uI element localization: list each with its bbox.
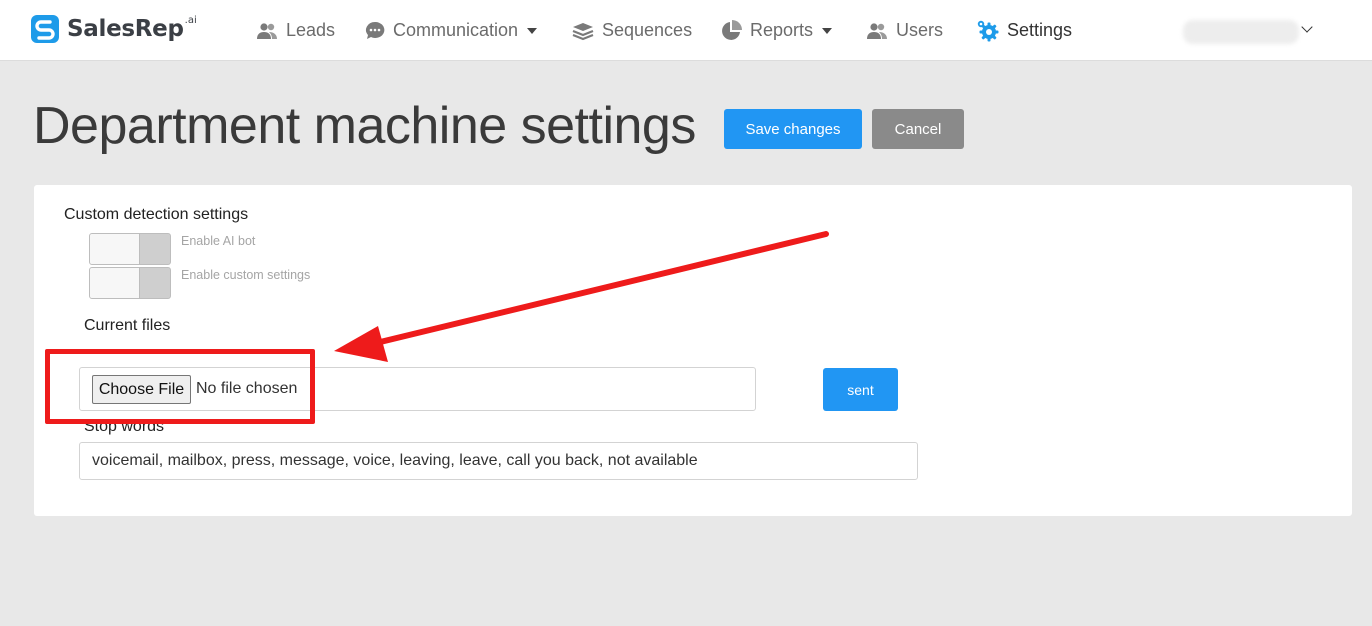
gears-icon	[976, 19, 999, 42]
page-title: Department machine settings	[33, 97, 696, 155]
cancel-button[interactable]: Cancel	[872, 109, 964, 149]
logo-text: SalesRep	[67, 16, 184, 42]
salesrep-logo-icon	[30, 14, 60, 44]
nav-item-sequences[interactable]: Sequences	[572, 0, 692, 61]
nav-label-leads: Leads	[286, 20, 336, 40]
chat-bubble-icon	[365, 21, 385, 41]
sent-button[interactable]: sent	[823, 368, 898, 411]
logo-suffix: .ai	[184, 14, 197, 26]
top-navbar: SalesRep .ai Leads Communication Sequenc…	[0, 0, 1372, 61]
enable-custom-settings-toggle[interactable]	[89, 267, 171, 299]
custom-detection-heading: Custom detection settings	[64, 206, 249, 223]
nav-item-users[interactable]: Users	[866, 0, 943, 61]
nav-item-reports[interactable]: Reports	[720, 0, 833, 61]
user-name-redacted	[1183, 20, 1299, 44]
annotation-highlight-box	[45, 349, 315, 424]
chevron-down-icon	[527, 27, 538, 34]
pie-chart-icon	[720, 19, 742, 42]
users-icon	[866, 22, 888, 40]
layers-icon	[572, 21, 594, 41]
nav-label-sequences: Sequences	[602, 20, 693, 40]
chevron-down-icon	[1301, 21, 1313, 33]
users-icon	[256, 22, 278, 40]
nav-label-reports: Reports	[750, 20, 814, 40]
stop-words-input[interactable]	[79, 442, 918, 480]
enable-custom-settings-label: Enable custom settings	[181, 268, 311, 282]
toggle-knob	[90, 234, 140, 264]
enable-ai-bot-label: Enable AI bot	[181, 234, 256, 248]
nav-label-communication: Communication	[393, 20, 519, 40]
nav-label-settings: Settings	[1007, 20, 1073, 40]
user-menu[interactable]	[1183, 18, 1318, 46]
enable-ai-bot-toggle[interactable]	[89, 233, 171, 265]
logo[interactable]: SalesRep .ai	[30, 12, 197, 46]
nav-item-settings[interactable]: Settings	[976, 0, 1072, 61]
nav-item-leads[interactable]: Leads	[256, 0, 335, 61]
nav-item-communication[interactable]: Communication	[365, 0, 538, 61]
toggle-knob	[90, 268, 140, 298]
save-changes-button[interactable]: Save changes	[724, 109, 862, 149]
current-files-heading: Current files	[84, 317, 171, 334]
chevron-down-icon	[822, 27, 833, 34]
nav-label-users: Users	[896, 20, 944, 40]
